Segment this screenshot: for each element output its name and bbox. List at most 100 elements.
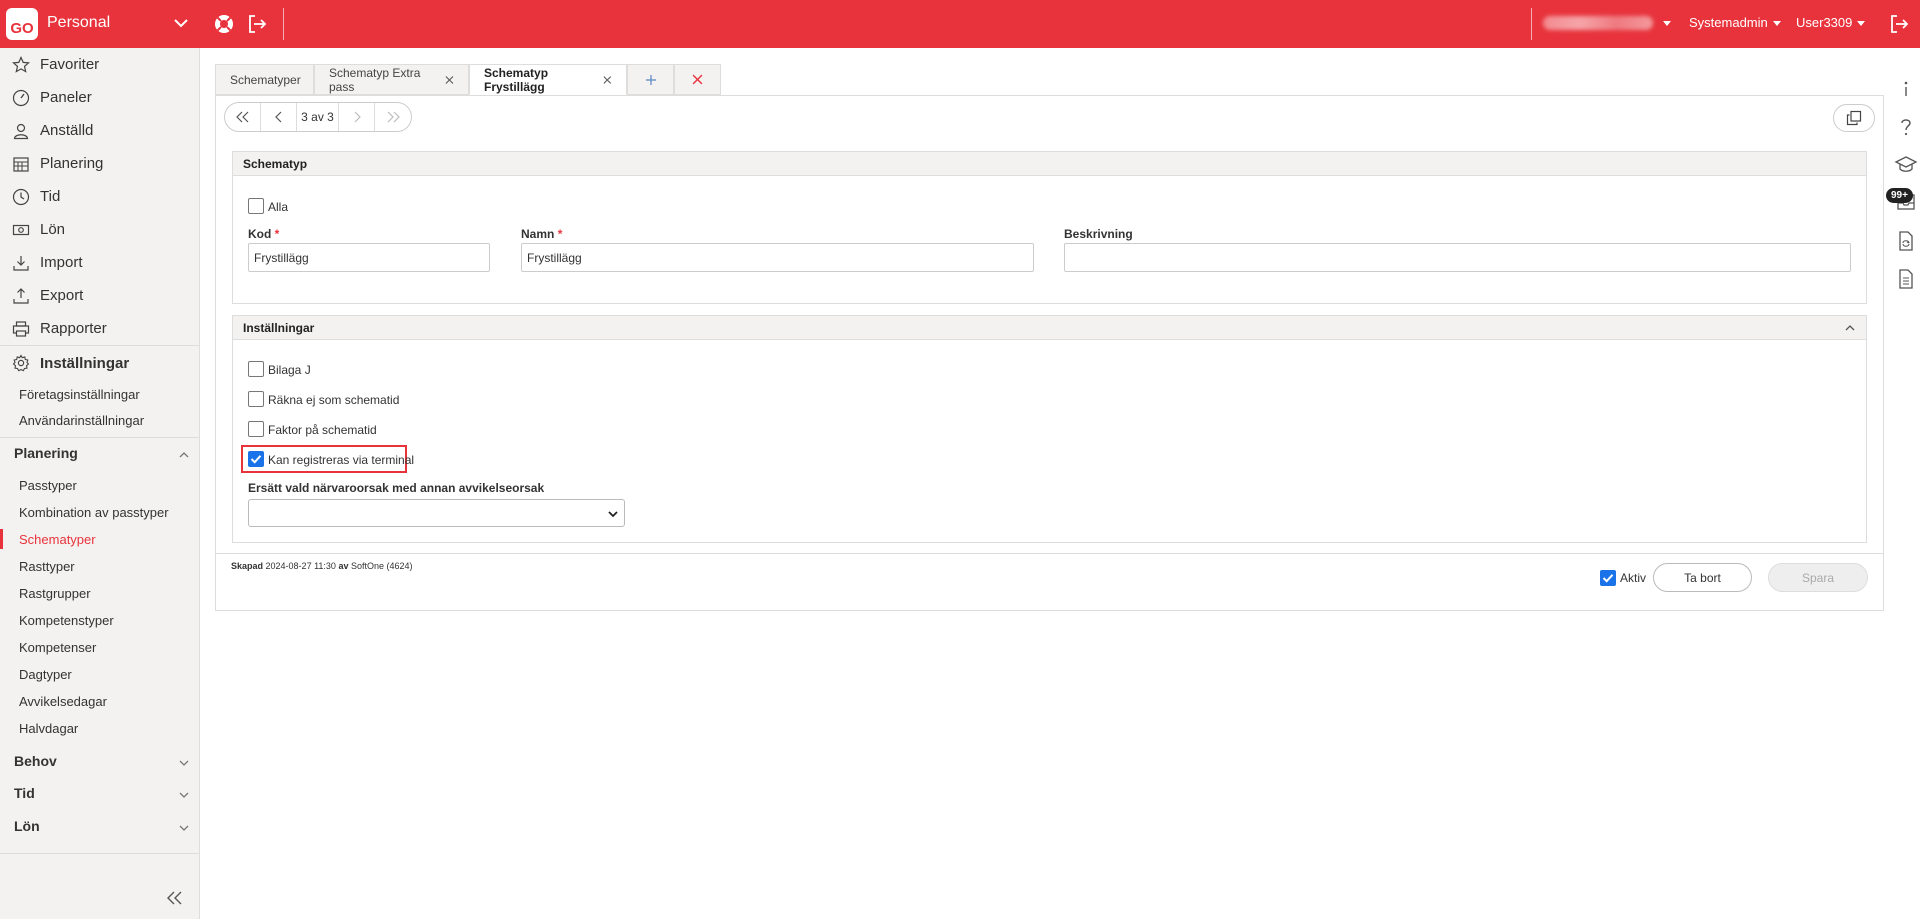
- first-record-button[interactable]: [225, 103, 261, 131]
- money-icon: [12, 224, 30, 235]
- alla-label: Alla: [268, 200, 289, 214]
- chevron-down-icon[interactable]: [172, 14, 190, 32]
- notification-badge: 99+: [1886, 188, 1913, 203]
- info-icon[interactable]: [1894, 77, 1918, 101]
- caret-down-icon: [1772, 21, 1781, 27]
- rakna-ej-checkbox[interactable]: [248, 391, 264, 407]
- collapse-sidebar-icon[interactable]: [165, 890, 185, 906]
- calendar-icon: [13, 156, 29, 172]
- go-logo[interactable]: GO: [6, 8, 38, 40]
- academy-icon[interactable]: [1894, 153, 1918, 177]
- sidebar-link-schematyper[interactable]: Schematyper: [19, 532, 96, 547]
- document-icon[interactable]: [1894, 267, 1918, 291]
- sidebar-item-label: Anställd: [40, 122, 94, 139]
- chevron-down-icon[interactable]: [178, 822, 190, 834]
- logout-icon[interactable]: [246, 13, 268, 35]
- alla-checkbox[interactable]: [248, 198, 264, 214]
- sidebar-link-passtyper[interactable]: Passtyper: [19, 478, 77, 493]
- export-icon: [13, 287, 29, 304]
- close-icon[interactable]: [603, 75, 612, 85]
- chevron-up-icon[interactable]: [1844, 322, 1856, 334]
- role-menu[interactable]: Systemadmin: [1689, 15, 1781, 30]
- sidebar-link-kombination[interactable]: Kombination av passtyper: [19, 505, 169, 520]
- sidebar-item-rapporter[interactable]: Rapporter: [0, 312, 200, 345]
- sidebar-item-installningar[interactable]: Inställningar: [0, 346, 200, 380]
- sidebar-item-label: Paneler: [40, 89, 92, 106]
- import-icon: [13, 255, 29, 271]
- replace-reason-select[interactable]: [248, 499, 625, 527]
- save-button[interactable]: Spara: [1768, 563, 1868, 592]
- tab-schematyp-extra-pass[interactable]: Schematyp Extra pass: [314, 64, 469, 95]
- sidebar-link-dagtyper[interactable]: Dagtyper: [19, 667, 72, 682]
- tab-add[interactable]: [627, 64, 674, 95]
- divider: [0, 437, 200, 438]
- help-icon[interactable]: [1894, 115, 1918, 139]
- group-lon[interactable]: Lön: [14, 818, 40, 834]
- sidebar-link-anvandarinstallningar[interactable]: Användarinställningar: [19, 413, 144, 428]
- sidebar-item-planering[interactable]: Planering: [0, 147, 200, 180]
- faktor-checkbox[interactable]: [248, 421, 264, 437]
- chevron-down-icon: [608, 511, 618, 518]
- clock-icon: [12, 188, 30, 205]
- sidebar-item-paneler[interactable]: Paneler: [0, 81, 200, 114]
- aktiv-checkbox[interactable]: [1600, 570, 1616, 586]
- tab-close-all[interactable]: [674, 64, 721, 95]
- module-name[interactable]: Personal: [47, 14, 110, 32]
- chevron-up-icon[interactable]: [178, 449, 190, 461]
- chevron-down-icon[interactable]: [178, 757, 190, 769]
- sidebar-item-label: Export: [40, 287, 84, 304]
- sidebar-item-import[interactable]: Import: [0, 246, 200, 279]
- last-record-button[interactable]: [375, 103, 411, 131]
- sidebar-item-lon[interactable]: Lön: [0, 213, 200, 246]
- divider: [283, 8, 284, 40]
- sidebar-link-kompetenstyper[interactable]: Kompetenstyper: [19, 613, 114, 628]
- divider: [0, 853, 200, 854]
- sidebar-link-rasttyper[interactable]: Rasttyper: [19, 559, 75, 574]
- kod-label: Kod *: [248, 227, 280, 241]
- close-all-icon: [692, 74, 703, 85]
- sign-out-icon[interactable]: [1888, 13, 1910, 35]
- sidebar-link-kompetenser[interactable]: Kompetenser: [19, 640, 96, 655]
- prev-record-button[interactable]: [261, 103, 297, 131]
- sidebar-item-anstalld[interactable]: Anställd: [0, 114, 200, 147]
- checkmark-icon: [1602, 574, 1614, 583]
- chevron-left-icon: [274, 111, 281, 123]
- chevron-down-icon[interactable]: [178, 789, 190, 801]
- sidebar-item-export[interactable]: Export: [0, 279, 200, 312]
- user-menu[interactable]: User3309: [1796, 15, 1866, 30]
- active-indicator: [0, 529, 3, 549]
- sidebar-item-label: Lön: [40, 221, 66, 238]
- printer-icon: [12, 320, 30, 337]
- caret-down-icon: [1857, 21, 1866, 27]
- company-selector-blurred[interactable]: [1543, 16, 1653, 30]
- tab-schematyp-frystillagg[interactable]: Schematyp Frystillägg: [469, 64, 627, 95]
- caret-down-icon[interactable]: [1663, 21, 1671, 26]
- terminal-checkbox[interactable]: [248, 451, 264, 467]
- created-info: Skapad 2024-08-27 11:30 av SoftOne (4624…: [231, 561, 413, 571]
- group-planering[interactable]: Planering: [14, 445, 78, 461]
- divider: [1531, 8, 1532, 40]
- sidebar-item-label: Planering: [40, 155, 104, 172]
- kod-input[interactable]: Frystillägg: [248, 243, 490, 272]
- beskrivning-input[interactable]: [1064, 243, 1851, 272]
- tab-schematyper[interactable]: Schematyper: [215, 64, 314, 95]
- copy-button[interactable]: [1833, 104, 1875, 132]
- sidebar-link-avvikelsedagar[interactable]: Avvikelsedagar: [19, 694, 107, 709]
- sidebar-item-favoriter[interactable]: Favoriter: [0, 48, 200, 81]
- sidebar-link-halvdagar[interactable]: Halvdagar: [19, 721, 78, 736]
- sidebar-link-rastgrupper[interactable]: Rastgrupper: [19, 586, 91, 601]
- delete-button[interactable]: Ta bort: [1653, 563, 1752, 592]
- next-record-button[interactable]: [339, 103, 375, 131]
- lifebuoy-icon[interactable]: [213, 13, 235, 35]
- group-behov[interactable]: Behov: [14, 753, 57, 769]
- close-icon[interactable]: [445, 75, 454, 85]
- chevron-right-icon: [354, 111, 361, 123]
- document-sync-icon[interactable]: [1894, 229, 1918, 253]
- bilaga-j-checkbox[interactable]: [248, 361, 264, 377]
- sidebar-item-tid[interactable]: Tid: [0, 180, 200, 213]
- plus-icon: [645, 74, 656, 85]
- namn-label: Namn *: [521, 227, 563, 241]
- namn-input[interactable]: Frystillägg: [521, 243, 1034, 272]
- group-tid[interactable]: Tid: [14, 785, 35, 801]
- sidebar-link-foretagsinstallningar[interactable]: Företagsinställningar: [19, 387, 140, 402]
